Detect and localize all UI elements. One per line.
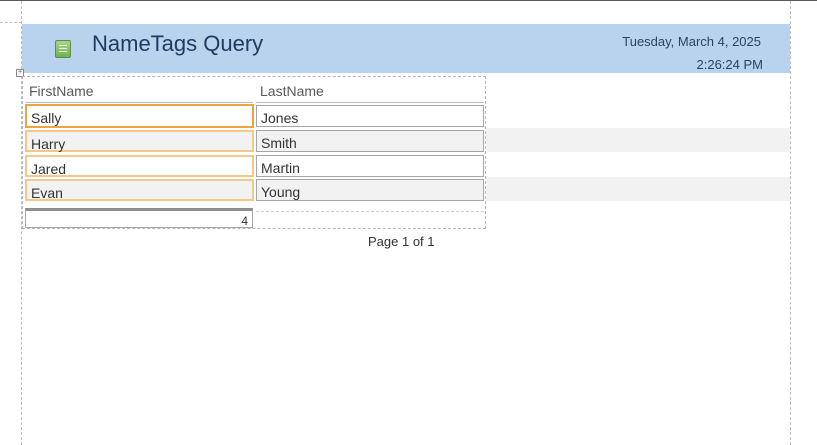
lastname-cell[interactable]: Martin — [256, 155, 484, 177]
column-header-underline — [25, 102, 253, 103]
right-margin-guide — [790, 1, 791, 445]
firstname-cell[interactable]: Jared — [25, 155, 254, 177]
lastname-cell[interactable]: Smith — [256, 130, 484, 152]
row-band-alt — [486, 177, 790, 201]
lastname-cell[interactable]: Young — [256, 179, 484, 201]
column-header-underline — [256, 102, 484, 103]
lastname-cell[interactable]: Jones — [256, 105, 484, 127]
record-count-field[interactable]: 4 — [25, 208, 253, 228]
firstname-cell[interactable]: Sally — [25, 104, 254, 128]
report-time[interactable]: 2:26:24 PM — [697, 57, 764, 72]
top-ruler-line — [0, 0, 817, 1]
report-notebook-icon — [55, 40, 71, 58]
report-footer-guide — [256, 211, 484, 212]
report-title[interactable]: NameTags Query — [92, 31, 263, 57]
row-band-alt — [486, 128, 790, 152]
page-number-footer[interactable]: Page 1 of 1 — [368, 234, 435, 249]
report-date[interactable]: Tuesday, March 4, 2025 — [622, 34, 761, 49]
firstname-cell[interactable]: Evan — [25, 179, 254, 201]
top-margin-guide — [0, 22, 22, 23]
report-design-canvas: NameTags Query Tuesday, March 4, 2025 2:… — [0, 0, 817, 445]
firstname-cell[interactable]: Harry — [25, 130, 254, 152]
column-header-firstname[interactable]: FirstName — [29, 83, 94, 99]
column-header-lastname[interactable]: LastName — [260, 83, 324, 99]
report-header: NameTags Query Tuesday, March 4, 2025 2:… — [22, 24, 790, 73]
